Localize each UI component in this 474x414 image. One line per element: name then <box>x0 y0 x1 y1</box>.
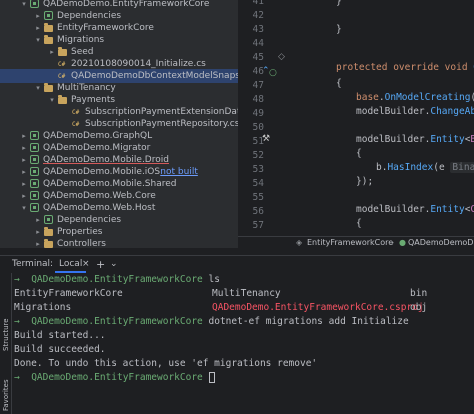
line-number: 44 <box>252 38 264 49</box>
code-line: } <box>336 0 342 7</box>
structure-tool-button[interactable]: Structure <box>2 318 10 351</box>
terminal-output: Migrations <box>14 302 72 313</box>
line-number: 42 <box>252 10 264 21</box>
terminal-command: dotnet-ef migrations add Initialize <box>208 316 409 327</box>
project-icon <box>30 131 39 140</box>
code-line: protected override void OnM <box>336 62 474 73</box>
code-line: b.HasIndex(e BinaryOb <box>376 162 474 173</box>
code-line: modelBuilder.Entity<Cha <box>356 204 474 215</box>
line-number: 50 <box>252 122 264 133</box>
project-icon <box>30 167 39 176</box>
folder-icon <box>58 95 67 104</box>
project-icon <box>30 191 39 200</box>
line-number: 47 <box>252 80 264 91</box>
project-icon <box>30 0 39 8</box>
gutter: 41 42 43 44 45 46 47 48 49 50 51 52 53 54 55 56 57 ⌃ ○ ⚒… <box>238 0 298 236</box>
terminal-output: obj <box>410 302 428 313</box>
terminal-path: QADemoDemo.EntityFrameworkCore <box>31 372 203 383</box>
code-editor[interactable]: 41 42 43 44 45 46 47 48 49 50 51 52 53 54 55 56 57 ⌃ ○ ⚒… <box>238 0 474 248</box>
favorites-tool-button[interactable]: Favorites <box>2 379 10 411</box>
tree-item[interactable]: ▸ Controllers <box>0 237 238 248</box>
project-icon <box>44 215 53 224</box>
class-icon: ● <box>399 238 406 247</box>
terminal-output: Build succeeded. <box>14 344 106 355</box>
chevron-right-icon: › <box>391 238 395 247</box>
folder-icon <box>44 35 53 44</box>
csharp-file-icon: C# <box>72 109 80 116</box>
namespace-icon: ◈ <box>296 238 303 247</box>
prompt-arrow-icon: → <box>14 316 20 327</box>
project-icon <box>30 155 39 164</box>
code-line: { <box>356 148 362 159</box>
terminal-line: EntityFrameworkCore <box>14 288 123 299</box>
code-line: { <box>356 218 362 229</box>
csharp-file-icon: C# <box>58 61 66 68</box>
prompt-arrow-icon: → <box>14 274 20 285</box>
code-line: base.OnModelCreating(mo <box>356 92 474 103</box>
breadcrumb-item[interactable]: EntityFrameworkCore <box>307 237 393 248</box>
code-line: } <box>336 24 342 35</box>
terminal-path: QADemoDemo.EntityFrameworkCore <box>31 316 203 327</box>
line-number: 48 <box>252 94 264 105</box>
line-number: 57 <box>252 220 264 231</box>
csharp-file-icon: C# <box>72 121 80 128</box>
chevron-right-icon[interactable]: ▸ <box>34 237 42 248</box>
terminal-label: Terminal: <box>12 259 54 269</box>
side-tool-strip: Structure Favorites <box>0 273 12 414</box>
project-icon <box>30 143 39 152</box>
line-number: 56 <box>252 206 264 217</box>
code-area[interactable]: } } protected override void OnM { base.O… <box>300 0 474 236</box>
terminal-output: QADemoDemo.EntityFrameworkCore.csproj <box>212 302 424 313</box>
terminal-output: Build started... <box>14 330 106 341</box>
terminal-output: MultiTenancy <box>212 288 281 299</box>
project-icon <box>44 11 53 20</box>
terminal-header: Terminal: Local × + ⌄ <box>0 256 474 273</box>
folder-icon <box>44 83 53 92</box>
line-number: 41 <box>252 0 264 7</box>
line-number: 52 <box>252 150 264 161</box>
folder-icon <box>44 239 53 248</box>
project-tree: ▾ QADemoDemo.EntityFrameworkCore ▸ Dependen… <box>0 0 238 248</box>
bookmark-dot-icon: ◇ <box>278 52 285 62</box>
terminal-output: Done. To undo this action, use 'ef migra… <box>14 358 318 369</box>
terminal-output: bin <box>410 288 428 299</box>
line-number: 51 <box>252 136 264 147</box>
terminal-line: → QADemoDemo.EntityFrameworkCore dotnet-… <box>14 316 409 327</box>
prompt-arrow-icon: → <box>14 372 20 383</box>
terminal-command: ls <box>208 274 220 285</box>
breadcrumb-item[interactable]: QADemoDemoDbContextMod <box>408 237 474 248</box>
override-marker-icon[interactable]: ○ <box>269 68 277 78</box>
hammer-icon[interactable]: ⚒ <box>262 134 270 144</box>
folder-icon <box>44 23 53 32</box>
line-number: 54 <box>252 178 264 189</box>
csharp-file-icon: C# <box>58 73 66 80</box>
chevron-down-icon[interactable]: ⌄ <box>106 258 122 271</box>
terminal-output: EntityFrameworkCore <box>14 288 123 299</box>
code-line: modelBuilder.ChangeAbpT <box>356 106 474 117</box>
project-icon <box>30 203 39 212</box>
terminal-path: QADemoDemo.EntityFrameworkCore <box>31 274 203 285</box>
folder-icon <box>58 47 67 56</box>
line-number: 49 <box>252 108 264 119</box>
terminal-line[interactable]: → QADemoDemo.EntityFrameworkCore <box>14 372 215 383</box>
line-number: 43 <box>252 24 264 35</box>
line-number: 53 <box>252 164 264 175</box>
code-line: }); <box>356 176 374 187</box>
line-number: 45 <box>252 52 264 63</box>
project-icon <box>30 179 39 188</box>
breadcrumb: ◈ EntityFrameworkCore › ● QADemoDemoDbCo… <box>238 236 474 248</box>
terminal-cursor[interactable] <box>208 372 215 383</box>
folder-icon <box>44 227 53 236</box>
line-number: 55 <box>252 192 264 203</box>
tree-item-label: Controllers <box>57 239 106 248</box>
line-number: 46 <box>252 66 264 77</box>
terminal-panel[interactable]: Terminal: Local × + ⌄ Structure Favorite… <box>0 255 474 414</box>
terminal-line: → QADemoDemo.EntityFrameworkCore ls <box>14 274 220 285</box>
code-line: { <box>336 78 342 89</box>
code-line: modelBuilder.Entity<Bin <box>356 134 474 145</box>
